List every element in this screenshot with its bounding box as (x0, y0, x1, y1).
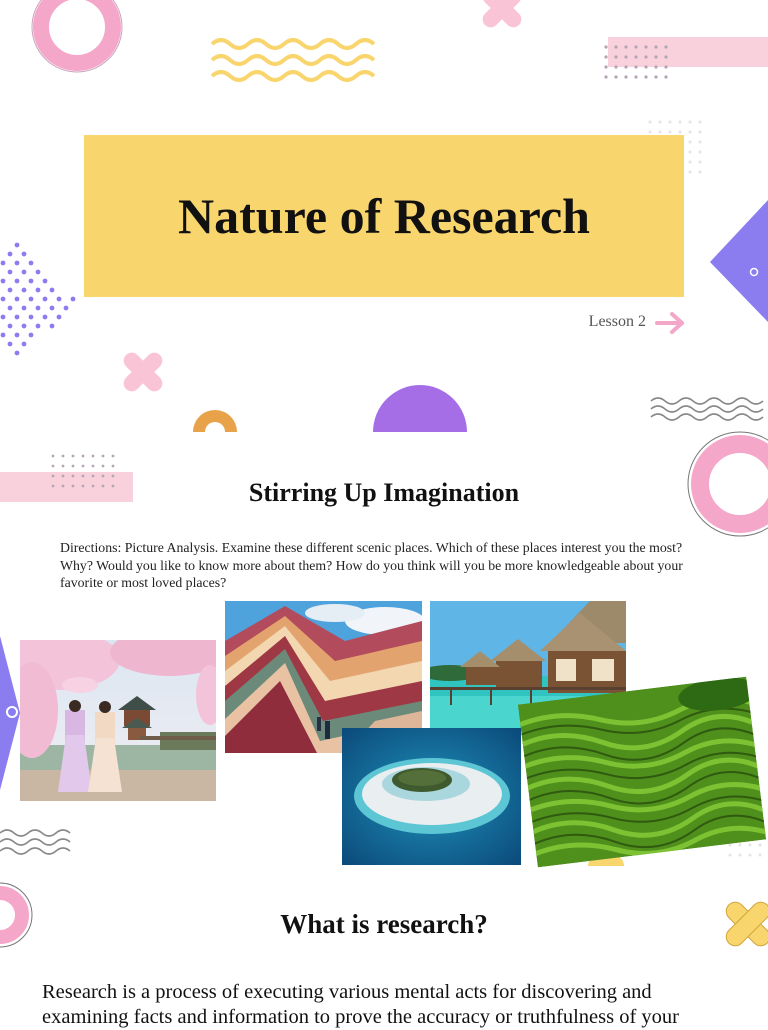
purple-semicircle-icon (373, 385, 467, 432)
arrow-right-icon (655, 312, 684, 334)
directions-text: Directions: Picture Analysis. Examine th… (60, 540, 683, 591)
title-banner: Nature of Research (84, 135, 684, 297)
pink-cross-icon (482, 0, 522, 28)
pink-x-icon (123, 352, 163, 392)
purple-diamond-icon (710, 200, 768, 322)
rice-terraces-photo (517, 676, 767, 868)
section-heading-stirring: Stirring Up Imagination (248, 478, 520, 507)
atoll-island-photo (342, 728, 521, 865)
page-title: Nature of Research (178, 188, 590, 244)
pink-bar (608, 37, 768, 67)
yellow-waves-icon (210, 38, 376, 82)
lesson-label: Lesson 2 (588, 313, 646, 330)
pink-ring-icon (33, 0, 121, 71)
grey-waves-icon (650, 397, 764, 421)
cherry-blossom-palace-photo (20, 640, 216, 801)
research-definition-text: Research is a process of executing vario… (42, 981, 680, 1028)
purple-dotted-diamond-icon (0, 242, 76, 356)
section-heading-what-is-research: What is research? (280, 909, 488, 939)
